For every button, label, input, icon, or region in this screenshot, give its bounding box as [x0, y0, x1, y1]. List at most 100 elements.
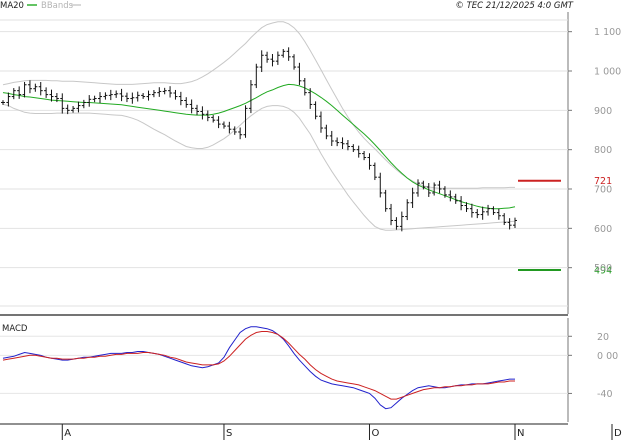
- ohlc-bar: [415, 179, 420, 197]
- ohlc-bar: [469, 203, 474, 218]
- ohlc-bar: [33, 83, 38, 92]
- month-tick-label: O: [371, 428, 379, 439]
- price-tick-label: 600: [594, 224, 612, 235]
- ohlc-bar: [254, 63, 259, 89]
- ohlc-bar: [345, 139, 350, 151]
- price-tick-label: 1 000: [594, 67, 621, 78]
- ohlc-bar: [141, 93, 146, 99]
- ohlc-bar: [491, 206, 496, 215]
- ohlc-bar: [168, 86, 173, 98]
- ohlc-bar: [44, 87, 49, 98]
- ohlc-bar: [335, 137, 340, 147]
- ohlc-bar: [108, 89, 113, 101]
- ohlc-bar: [324, 124, 329, 140]
- ohlc-bar: [189, 99, 194, 114]
- month-tick-label: D: [614, 428, 622, 439]
- ohlc-bar: [292, 54, 297, 70]
- ohlc-bar: [378, 172, 383, 198]
- month-tick-label: N: [517, 428, 524, 439]
- ohlc-bar: [265, 51, 270, 63]
- ohlc-bar: [119, 88, 124, 102]
- ohlc-bar: [486, 204, 491, 216]
- ma20-line: [2, 83, 516, 210]
- ohlc-bar: [394, 217, 399, 230]
- ohlc-bar: [71, 106, 76, 113]
- copyright-text: © TEC 21/12/2025 4:0 GMT: [455, 1, 573, 11]
- ohlc-bar: [98, 92, 103, 104]
- ohlc-bar: [389, 203, 394, 226]
- ohlc-bar: [216, 116, 221, 129]
- ohlc-bar: [38, 82, 43, 96]
- ohlc-bar: [87, 95, 92, 107]
- ohlc-bar: [502, 213, 507, 226]
- ohlc-bar: [410, 187, 415, 208]
- price-tick-label: 800: [594, 145, 612, 156]
- price-gridlines: [0, 19, 568, 307]
- ohlc-bar: [227, 121, 232, 134]
- ohlc-bar: [475, 209, 480, 219]
- price-tick-label: 700: [594, 185, 612, 196]
- bollinger-upper-band: [2, 21, 515, 189]
- ohlc-bar: [286, 47, 291, 61]
- ohlc-bar: [6, 92, 11, 107]
- ohlc-bar: [405, 199, 410, 221]
- ohlc-bar: [157, 87, 162, 97]
- ma20-line-group: [2, 83, 516, 210]
- bollinger-bands: [2, 21, 516, 231]
- ohlc-bar: [200, 106, 205, 120]
- macd-gridlines: [0, 335, 568, 394]
- ohlc-bar: [135, 91, 140, 102]
- price-tick-label: 500: [594, 263, 612, 274]
- ohlc-bar: [114, 90, 119, 98]
- ohlc-bar: [318, 111, 323, 133]
- month-tick-label: A: [64, 428, 71, 439]
- macd-y-tick-labels: 20 0 00 -40: [568, 332, 618, 400]
- ohlc-bar: [184, 97, 189, 108]
- bollinger-lower-band: [2, 103, 516, 231]
- ohlc-bar: [238, 127, 243, 140]
- ohlc-bar: [448, 190, 453, 202]
- ohlc-bar: [362, 151, 367, 161]
- price-tick-label: 900: [594, 106, 612, 117]
- legend-ma-label: MA20: [0, 1, 24, 11]
- ohlc-bar: [130, 92, 135, 104]
- ohlc-bar: [146, 90, 151, 101]
- ohlc-bar: [351, 144, 356, 153]
- ohlc-bar: [221, 121, 226, 129]
- ohlc-bar: [340, 137, 345, 149]
- chart-container: MA20 BBands © TEC 21/12/2025 4:0 GMT MAC…: [0, 0, 627, 440]
- ohlc-bar: [92, 95, 97, 103]
- price-y-tick-labels: 500 600 700 800 900 1 000 1 100: [568, 27, 621, 274]
- ohlc-bar: [178, 91, 183, 106]
- ohlc-bar: [480, 206, 485, 220]
- ohlc-bar: [507, 218, 512, 230]
- legend-bb-label: BBands: [41, 1, 74, 11]
- legend: MA20 BBands: [0, 1, 81, 11]
- macd-tick-label: 20: [597, 332, 609, 343]
- macd-panel-label: MACD: [2, 324, 28, 334]
- ohlc-bar: [329, 130, 334, 146]
- ohlc-bar: [281, 48, 286, 58]
- price-chart: MA20 BBands © TEC 21/12/2025 4:0 GMT MAC…: [0, 1, 622, 440]
- ohlc-bar: [103, 92, 108, 100]
- macd-lines: [2, 326, 515, 410]
- ohlc-bar: [162, 87, 167, 95]
- ohlc-bar: [173, 89, 178, 100]
- ohlc-bar: [496, 208, 501, 220]
- ohlc-bar: [22, 81, 27, 98]
- ohlc-bar: [297, 62, 302, 86]
- ohlc-bars: [1, 47, 517, 232]
- price-tick-label: 1 100: [594, 27, 621, 38]
- ohlc-bar: [259, 50, 264, 73]
- ohlc-bar: [275, 51, 280, 65]
- signal-line: [2, 331, 515, 400]
- ohlc-bar: [248, 80, 253, 114]
- ohlc-bar: [1, 100, 5, 105]
- ohlc-bar: [205, 110, 210, 122]
- ohlc-bar: [513, 217, 517, 229]
- macd-tick-label: 0 00: [597, 351, 618, 362]
- macd-tick-label: -40: [597, 389, 613, 400]
- ohlc-bar: [151, 90, 156, 98]
- ohlc-bar: [383, 189, 388, 212]
- ohlc-bar: [372, 162, 377, 181]
